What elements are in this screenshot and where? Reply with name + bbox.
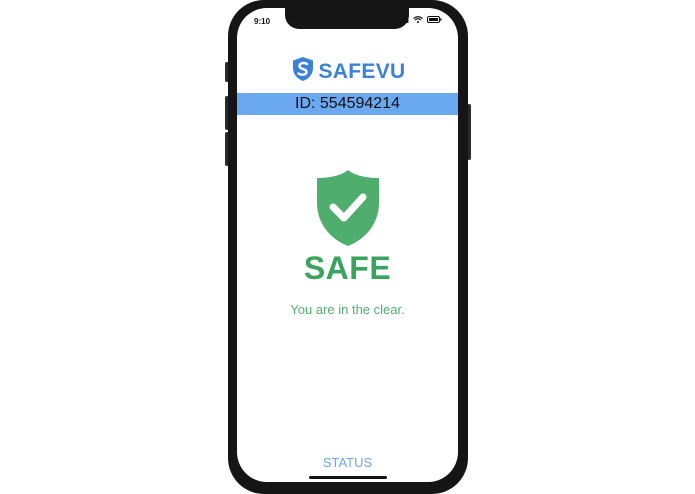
status-message: You are in the clear. bbox=[290, 302, 405, 317]
notch bbox=[285, 8, 409, 29]
id-bar: ID: 554594214 bbox=[237, 93, 458, 115]
wifi-icon bbox=[413, 16, 423, 23]
tab-status[interactable]: STATUS bbox=[237, 455, 458, 470]
logo-text: SAFEVU bbox=[318, 59, 406, 83]
app-logo: SAFEVU bbox=[237, 56, 458, 87]
battery-icon bbox=[427, 16, 442, 23]
id-label: ID: bbox=[295, 95, 316, 112]
home-indicator[interactable] bbox=[309, 476, 387, 479]
phone-screen: 9:10 SAFEVU ID: 554594214 SAFE You are i… bbox=[237, 8, 458, 482]
status-icons bbox=[399, 16, 442, 23]
stage: 9:10 SAFEVU ID: 554594214 SAFE You are i… bbox=[0, 0, 695, 494]
shield-s-logo-icon bbox=[290, 56, 316, 87]
id-value: 554594214 bbox=[319, 95, 400, 112]
signal-icon bbox=[399, 16, 409, 23]
status-time: 9:10 bbox=[254, 17, 271, 26]
status-title: SAFE bbox=[303, 250, 392, 286]
shield-check-icon bbox=[316, 169, 380, 252]
